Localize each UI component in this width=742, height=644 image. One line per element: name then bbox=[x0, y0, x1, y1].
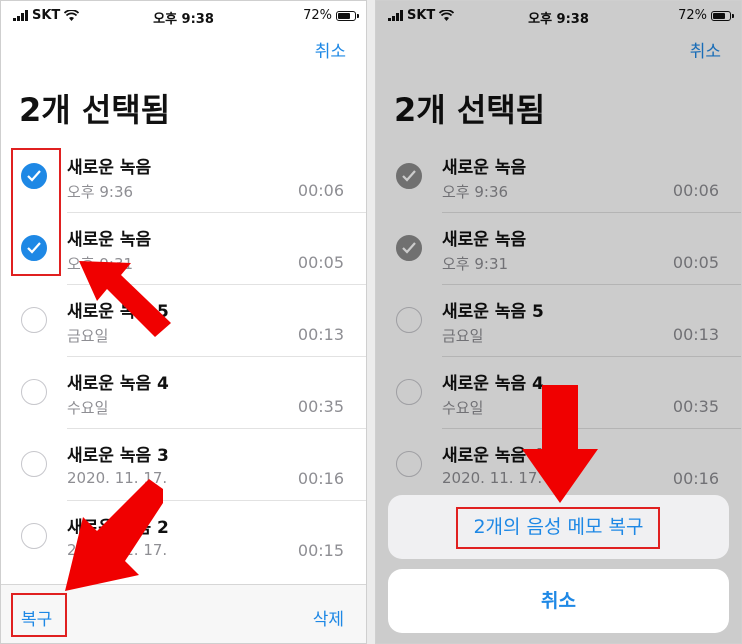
recording-duration: 00:06 bbox=[297, 181, 344, 200]
recording-duration: 00:13 bbox=[297, 325, 344, 344]
recording-date: 오후 9:36 bbox=[67, 183, 134, 201]
battery-icon bbox=[336, 10, 359, 21]
recover-highlight-box bbox=[456, 507, 660, 549]
recording-name: 새로운 녹음 3 bbox=[67, 446, 169, 466]
page-title: 2개 선택됨 bbox=[19, 91, 171, 129]
unchecked-circle-icon[interactable] bbox=[21, 523, 47, 549]
sheet-cancel-button[interactable]: 취소 bbox=[388, 569, 729, 633]
recover-highlight-box bbox=[11, 593, 67, 637]
left-screen: SKT 오후 9:38 72% 취소 2개 선택됨 새로운 녹음 오후 9:36… bbox=[0, 0, 367, 644]
list-item[interactable]: 새로운 녹음 5 금요일 00:13 bbox=[1, 285, 366, 357]
pointer-arrow-icon bbox=[65, 479, 163, 591]
recording-name: 새로운 녹음 bbox=[67, 158, 152, 178]
recording-name: 새로운 녹음 bbox=[67, 230, 152, 250]
list-item[interactable]: 새로운 녹음 4 수요일 00:35 bbox=[1, 357, 366, 429]
battery-status: 72% bbox=[303, 8, 359, 23]
status-bar: SKT 오후 9:38 72% bbox=[1, 1, 366, 31]
list-item[interactable]: 새로운 녹음 2 2020. 11. 17. 00:15 bbox=[1, 501, 366, 573]
pointer-arrow-icon bbox=[79, 261, 171, 337]
cancel-button[interactable]: 취소 bbox=[315, 37, 346, 62]
unchecked-circle-icon[interactable] bbox=[21, 379, 47, 405]
unchecked-circle-icon[interactable] bbox=[21, 307, 47, 333]
delete-button[interactable]: 삭제 bbox=[313, 605, 344, 630]
unchecked-circle-icon[interactable] bbox=[21, 451, 47, 477]
recording-date: 수요일 bbox=[67, 399, 109, 417]
list-item[interactable]: 새로운 녹음 3 2020. 11. 17. 00:16 bbox=[1, 429, 366, 501]
battery-percent: 72% bbox=[303, 8, 332, 23]
recording-duration: 00:16 bbox=[297, 469, 344, 488]
recording-duration: 00:35 bbox=[297, 397, 344, 416]
recording-name: 새로운 녹음 4 bbox=[67, 374, 169, 394]
pointer-arrow-icon bbox=[522, 385, 598, 503]
selection-highlight-box bbox=[11, 148, 61, 276]
recording-duration: 00:05 bbox=[297, 253, 344, 272]
recording-duration: 00:15 bbox=[297, 541, 344, 560]
right-screen: SKT 오후 9:38 72% 취소 2개 선택됨 새로운 녹음 오후 9:36… bbox=[375, 0, 742, 644]
